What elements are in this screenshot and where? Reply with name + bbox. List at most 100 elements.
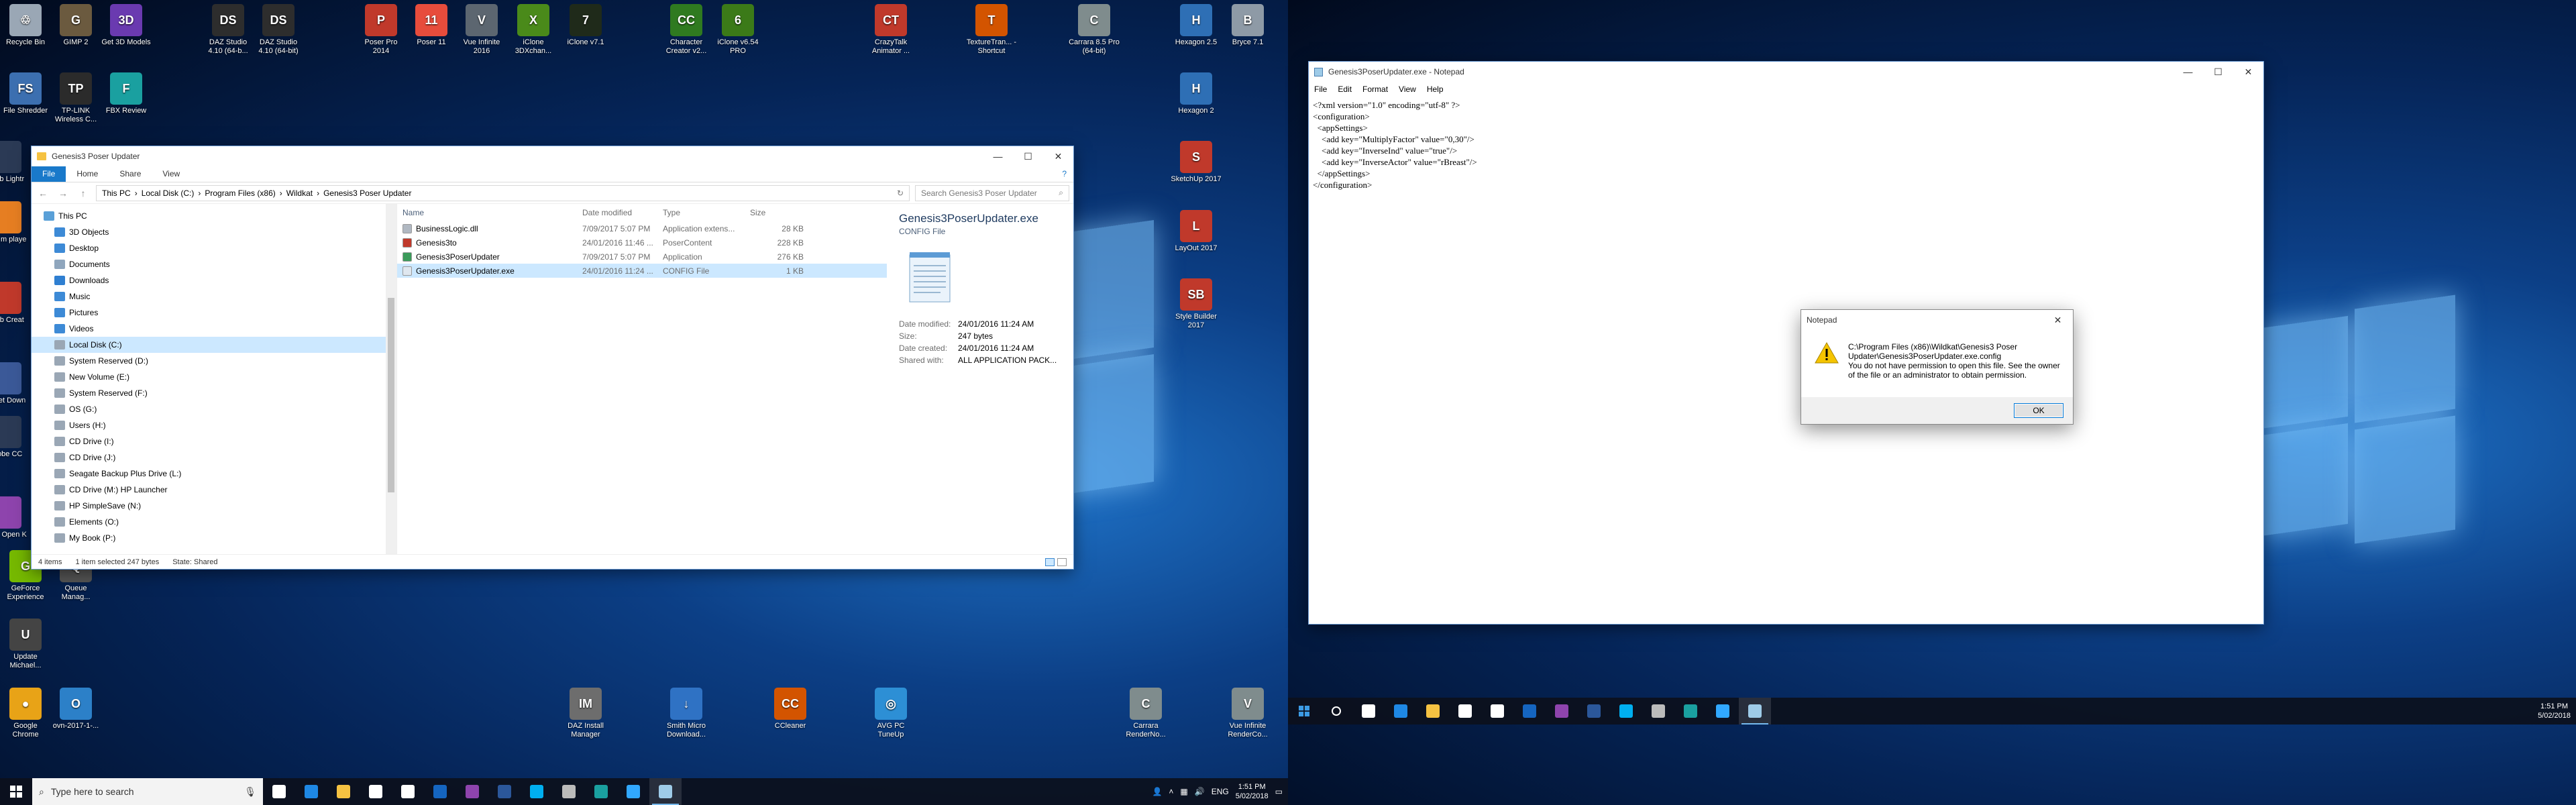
desktop-icon[interactable]: V Vue Infinite 2016 xyxy=(456,4,507,56)
desktop-icon-partial[interactable]: Adob Creat xyxy=(0,282,31,325)
back-arrow-icon[interactable]: ← xyxy=(36,188,50,199)
refresh-icon[interactable]: ↻ xyxy=(897,189,904,198)
nav-item[interactable]: Pictures xyxy=(32,305,396,321)
explorer-icon[interactable] xyxy=(1417,698,1449,724)
desktop-icon[interactable]: ↓ Smith Micro Download... xyxy=(661,688,712,739)
nav-item[interactable]: CD Drive (J:) xyxy=(32,449,396,466)
skype-icon[interactable] xyxy=(521,778,553,805)
desktop-icon[interactable]: 7 iClone v7.1 xyxy=(560,4,611,47)
explorer-icon[interactable] xyxy=(327,778,360,805)
tab-file[interactable]: File xyxy=(32,166,66,182)
desktop-icon-partial[interactable]: VLC m playe xyxy=(0,201,31,244)
notepad-window[interactable]: Genesis3PoserUpdater.exe - Notepad — ☐ ✕… xyxy=(1309,62,2263,624)
breadcrumb-wildkat[interactable]: Wildkat xyxy=(286,189,313,198)
address-bar[interactable]: This PC › Local Disk (C:) › Program Files … xyxy=(96,184,910,201)
desktop-icon[interactable]: DS DAZ Studio 4.10 (64-bit) xyxy=(253,4,304,56)
fbx-icon[interactable] xyxy=(585,778,617,805)
search-box[interactable]: Search Genesis3 Poser Updater ⌕ xyxy=(915,184,1069,201)
nav-item[interactable]: Videos xyxy=(32,321,396,337)
scroll-thumb[interactable] xyxy=(388,298,394,492)
desktop-icon[interactable]: SB Style Builder 2017 xyxy=(1171,278,1222,330)
desktop-icon[interactable]: ◎ AVG PC TuneUp xyxy=(865,688,916,739)
outlook-icon[interactable] xyxy=(424,778,456,805)
nav-item[interactable]: Music xyxy=(32,288,396,305)
start-button[interactable] xyxy=(0,778,32,805)
desktop-icon[interactable]: F FBX Review xyxy=(101,72,152,115)
desktop-icon[interactable]: CT CrazyTalk Animator ... xyxy=(865,4,916,56)
file-explorer-window[interactable]: Genesis3 Poser Updater — ☐ ✕ File Home S… xyxy=(32,146,1073,569)
outlook-icon[interactable] xyxy=(1513,698,1546,724)
file-row[interactable]: BusinessLogic.dll 7/09/2017 5:07 PM Applic… xyxy=(397,221,887,235)
column-size[interactable]: Size xyxy=(743,208,804,217)
photoshop-icon[interactable] xyxy=(617,778,649,805)
menu-help[interactable]: Help xyxy=(1427,85,1444,94)
menu-format[interactable]: Format xyxy=(1362,85,1388,94)
fbx-icon[interactable] xyxy=(1674,698,1707,724)
column-name[interactable]: Name xyxy=(402,208,582,217)
maximize-button[interactable]: ☐ xyxy=(2203,62,2233,82)
column-date[interactable]: Date modified xyxy=(582,208,663,217)
desktop-icon[interactable]: TP TP-LINK Wireless C... xyxy=(50,72,101,124)
mail-icon[interactable] xyxy=(1481,698,1513,724)
desktop-icon[interactable]: XiClone 3DXchan... xyxy=(508,4,559,56)
desktop-icon[interactable]: DS DAZ Studio 4.10 (64-b... xyxy=(203,4,254,56)
chevron-up-icon[interactable]: ˄ xyxy=(1169,787,1173,796)
store-icon[interactable] xyxy=(1449,698,1481,724)
desktop-icon[interactable]: 11 Poser 11 xyxy=(406,4,457,47)
desktop-icon[interactable]: 6 iClone v6.54 PRO xyxy=(712,4,763,56)
nav-item[interactable]: Seagate Backup Plus Drive (L:) xyxy=(32,466,396,482)
notepad-icon[interactable] xyxy=(1739,698,1771,724)
tools-icon[interactable] xyxy=(1642,698,1674,724)
file-row[interactable]: Genesis3PoserUpdater.exe 24/01/2016 11:24… xyxy=(397,264,887,278)
large-icons-view-icon[interactable] xyxy=(1057,557,1067,566)
explorer-titlebar[interactable]: Genesis3 Poser Updater — ☐ ✕ xyxy=(32,146,1073,166)
close-button[interactable]: ✕ xyxy=(2043,310,2073,330)
taskbar-clock[interactable]: 1:51 PM 5/02/2018 xyxy=(1236,782,1269,801)
desktop-icon[interactable]: P Poser Pro 2014 xyxy=(356,4,407,56)
ok-button[interactable]: OK xyxy=(2014,403,2063,418)
app-purple-icon[interactable] xyxy=(456,778,488,805)
menu-edit[interactable]: Edit xyxy=(1338,85,1352,94)
details-view-icon[interactable] xyxy=(1045,557,1055,566)
microphone-icon[interactable]: 🎙 xyxy=(244,786,256,798)
tab-share[interactable]: Share xyxy=(109,166,152,182)
desktop-icon[interactable]: G GIMP 2 xyxy=(50,4,101,47)
desktop-icon-partial[interactable]: Adob Lightr xyxy=(0,141,31,184)
taskbar-clock[interactable]: 1:51 PM 5/02/2018 xyxy=(2538,702,2571,720)
desktop-icon[interactable]: C Carrara 8.5 Pro (64-bit) xyxy=(1069,4,1120,56)
nav-item[interactable]: Users (H:) xyxy=(32,417,396,433)
word-icon[interactable] xyxy=(488,778,521,805)
desktop-icon[interactable]: 3D Get 3D Models xyxy=(101,4,152,47)
nav-item[interactable]: CD Drive (I:) xyxy=(32,433,396,449)
breadcrumb-program-files[interactable]: Program Files (x86) xyxy=(205,189,275,198)
notepad-text-area[interactable]: <?xml version="1.0" encoding="utf-8" ?> <… xyxy=(1309,97,2263,193)
close-button[interactable]: ✕ xyxy=(1043,146,1073,166)
mail-icon[interactable] xyxy=(392,778,424,805)
up-arrow-icon[interactable]: ↑ xyxy=(76,188,91,199)
menu-file[interactable]: File xyxy=(1314,85,1327,94)
skype-icon[interactable] xyxy=(1610,698,1642,724)
nav-item[interactable]: My Book (P:) xyxy=(32,530,396,546)
nav-item[interactable]: System Reserved (D:) xyxy=(32,353,396,369)
nav-item[interactable]: Documents xyxy=(32,256,396,272)
nav-item[interactable]: Elements (O:) xyxy=(32,514,396,530)
column-type[interactable]: Type xyxy=(663,208,743,217)
desktop-icon[interactable]: Oovn-2017-1-... xyxy=(50,688,101,731)
file-row[interactable]: Genesis3to 24/01/2016 11:46 ... PoserConte… xyxy=(397,235,887,250)
nav-item[interactable]: CD Drive (M:) HP Launcher xyxy=(32,482,396,498)
desktop-icon-partial[interactable]: RAR Open K xyxy=(0,496,31,539)
close-button[interactable]: ✕ xyxy=(2233,62,2263,82)
dialog-titlebar[interactable]: Notepad ✕ xyxy=(1801,310,2073,330)
tools-icon[interactable] xyxy=(553,778,585,805)
tab-view[interactable]: View xyxy=(152,166,191,182)
breadcrumb-local-disk[interactable]: Local Disk (C:) xyxy=(142,189,195,198)
nav-item[interactable]: New Volume (E:) xyxy=(32,369,396,385)
task-view-icon[interactable] xyxy=(1352,698,1385,724)
desktop-icon[interactable]: B Bryce 7.1 xyxy=(1222,4,1273,47)
desktop-icon-partial[interactable]: Street Down xyxy=(0,362,31,405)
help-icon[interactable]: ? xyxy=(1055,166,1073,182)
start-button[interactable] xyxy=(1288,698,1320,724)
desktop-icon[interactable]: ♲ Recycle Bin xyxy=(0,4,51,47)
desktop-icon[interactable]: CC CCleaner xyxy=(765,688,816,731)
nav-item[interactable]: System Reserved (F:) xyxy=(32,385,396,401)
